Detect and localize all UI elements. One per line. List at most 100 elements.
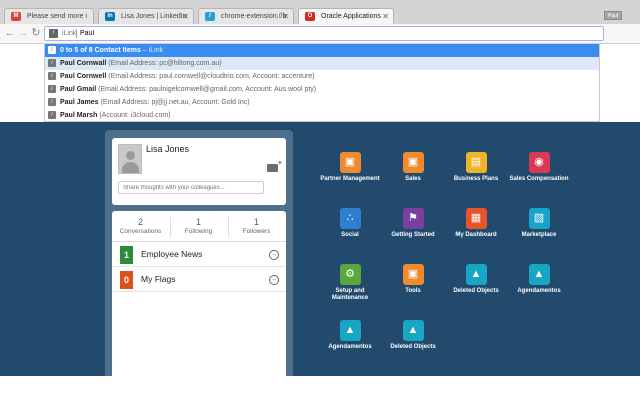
dashboard-icon: ▦ — [465, 208, 487, 229]
app-label: Setup and Maintenance — [331, 288, 369, 301]
browser-toolbar: ← → ↻ / iLink — [0, 24, 640, 44]
avatar[interactable] — [118, 144, 142, 174]
ilink-icon: / — [49, 29, 58, 38]
arrow-right-icon[interactable]: → — [269, 250, 279, 260]
profile-card: Lisa Jones — [112, 138, 286, 205]
app-tile-my-dashboard[interactable]: ▦ My Dashboard — [446, 208, 506, 239]
suggestion-header-label: 0 to 5 of 8 Contact Items — [60, 47, 141, 54]
contact-icon: / — [48, 72, 56, 80]
social-icon: ∴ — [339, 208, 361, 229]
app-label: Agendamentos — [517, 288, 561, 294]
suggestion-header[interactable]: / 0 to 5 of 8 Contact Items – iLink — [45, 44, 599, 57]
back-arrow-icon[interactable]: ← — [4, 27, 16, 40]
app-tile-agendamentos[interactable]: ▲ Agendamentos — [320, 320, 380, 351]
browser-tab-extension[interactable]: / chrome-extension://bfa… ✕ — [198, 8, 294, 24]
stat-label: Conversations — [119, 228, 162, 235]
agendamentos-icon: ▲ — [339, 320, 361, 341]
contact-icon: / — [48, 59, 56, 67]
tab-label: Oracle Applications — [321, 13, 381, 20]
app-tile-deleted-objects[interactable]: ▲ Deleted Objects — [383, 320, 443, 351]
contact-icon: / — [48, 85, 56, 93]
profile-name[interactable]: Lisa Jones — [146, 144, 189, 154]
reload-icon[interactable]: ↻ — [30, 27, 42, 40]
app-label: Business Plans — [453, 176, 499, 182]
suggestion-item[interactable]: / Paul Marsh (Account: i3cloud.com) — [45, 109, 599, 122]
suggestion-item[interactable]: / Paul Cornwall (Email Address: pc@hilto… — [45, 57, 599, 70]
browser-tab-gmail[interactable]: M Please send more inform — [4, 8, 94, 24]
stat-value: 1 — [253, 217, 259, 227]
flag-label: My Flags — [141, 274, 176, 284]
stat-following[interactable]: 1 Following — [170, 217, 227, 236]
omnibox-suggestions: / 0 to 5 of 8 Contact Items – iLink / Pa… — [44, 44, 600, 122]
app-tile-sales[interactable]: ▣ Sales — [383, 152, 443, 183]
user-profile-chip[interactable]: Paul — [604, 11, 622, 20]
contact-icon: / — [48, 111, 56, 119]
address-bar[interactable]: / iLink — [44, 26, 604, 41]
stat-followers[interactable]: 1 Followers — [228, 217, 285, 236]
close-tab-icon[interactable]: ✕ — [382, 9, 389, 24]
avatar-body-shape — [122, 162, 139, 173]
post-comment-icon[interactable] — [267, 160, 282, 172]
app-tile-tools[interactable]: ▣ Tools — [383, 264, 443, 295]
suggestion-name: Paul Cornwell — [60, 73, 107, 80]
suggestion-header-source: – iLink — [142, 47, 164, 54]
tools-icon: ▣ — [402, 264, 424, 285]
app-label: Tools — [405, 288, 421, 294]
close-tab-icon[interactable]: ✕ — [182, 9, 189, 24]
oracle-icon: O — [305, 12, 315, 21]
flag-row-my-flags[interactable]: 0 My Flags → — [112, 268, 286, 292]
app-tile-setup-and-maintenance[interactable]: ⚙ Setup and Maintenance — [320, 264, 380, 302]
contact-icon: / — [48, 98, 56, 106]
suggestion-item[interactable]: / Paul Cornwell (Email Address: paul.cor… — [45, 70, 599, 83]
browser-tab-oracle[interactable]: O Oracle Applications ✕ — [298, 8, 394, 25]
suggestion-item[interactable]: / Paul James (Email Address: pj@jj.net.a… — [45, 96, 599, 109]
browser-tab-strip: M Please send more inform in Lisa Jones … — [0, 0, 640, 25]
flag-row-employee-news[interactable]: 1 Employee News → — [112, 243, 286, 267]
close-tab-icon[interactable]: ✕ — [282, 9, 289, 24]
stat-value: 1 — [195, 217, 201, 227]
stat-conversations[interactable]: 2 Conversations — [112, 217, 169, 236]
app-label: Sales Compensation — [509, 176, 569, 182]
suggestion-detail: (Email Address: pc@hiltong.com.au) — [108, 60, 222, 67]
suggestion-detail: (Email Address: pj@jj.net.au, Account: G… — [100, 99, 250, 106]
keyword-divider — [76, 29, 77, 38]
arrow-right-icon[interactable]: → — [269, 275, 279, 285]
app-tile-getting-started[interactable]: ⚑ Getting Started — [383, 208, 443, 239]
app-label: Social — [341, 232, 359, 238]
share-thoughts-input[interactable] — [118, 181, 264, 194]
app-tile-agendamentos[interactable]: ▲ Agendamentos — [509, 264, 569, 295]
tab-label: Lisa Jones | LinkedIn — [121, 13, 187, 20]
app-tile-marketplace[interactable]: ▧ Marketplace — [509, 208, 569, 239]
app-tile-partner-management[interactable]: ▣ Partner Management — [320, 152, 380, 183]
suggestion-detail: (Account: i3cloud.com) — [99, 112, 171, 119]
page-footer — [0, 376, 640, 400]
suggestion-item[interactable]: / Paul Gmail (Email Address: paulnigelco… — [45, 83, 599, 96]
app-label: Deleted Objects — [453, 288, 499, 294]
sales-icon: ▣ — [402, 152, 424, 173]
app-tile-sales-compensation[interactable]: ◉ Sales Compensation — [509, 152, 569, 183]
app-label: My Dashboard — [455, 232, 497, 238]
marketplace-icon: ▧ — [528, 208, 550, 229]
app-tile-business-plans[interactable]: ▤ Business Plans — [446, 152, 506, 183]
gmail-icon: M — [11, 12, 21, 21]
left-panel: Lisa Jones 2 Conversations 1 Following 1… — [105, 130, 293, 376]
app-label: Partner Management — [320, 176, 380, 182]
deleted-objects-icon: ▲ — [402, 320, 424, 341]
forward-arrow-icon[interactable]: → — [17, 27, 29, 40]
app-tile-social[interactable]: ∴ Social — [320, 208, 380, 239]
count-badge: 0 — [120, 271, 133, 289]
address-input[interactable] — [80, 27, 280, 40]
partner-icon: ▣ — [339, 152, 361, 173]
setup-icon: ⚙ — [339, 264, 361, 285]
count-badge: 1 — [120, 246, 133, 264]
deleted-objects-icon: ▲ — [465, 264, 487, 285]
suggestion-name: Paul Gmail — [60, 86, 97, 93]
browser-tab-linkedin[interactable]: in Lisa Jones | LinkedIn ✕ — [98, 8, 194, 24]
app-label: Getting Started — [391, 232, 435, 238]
stat-label: Following — [184, 228, 213, 235]
app-label: Marketplace — [521, 232, 557, 238]
app-tile-deleted-objects[interactable]: ▲ Deleted Objects — [446, 264, 506, 295]
suggestion-detail: (Email Address: paul.cornwell@cloudtrio.… — [108, 73, 315, 80]
getting-started-icon: ⚑ — [402, 208, 424, 229]
stat-label: Followers — [242, 228, 271, 235]
